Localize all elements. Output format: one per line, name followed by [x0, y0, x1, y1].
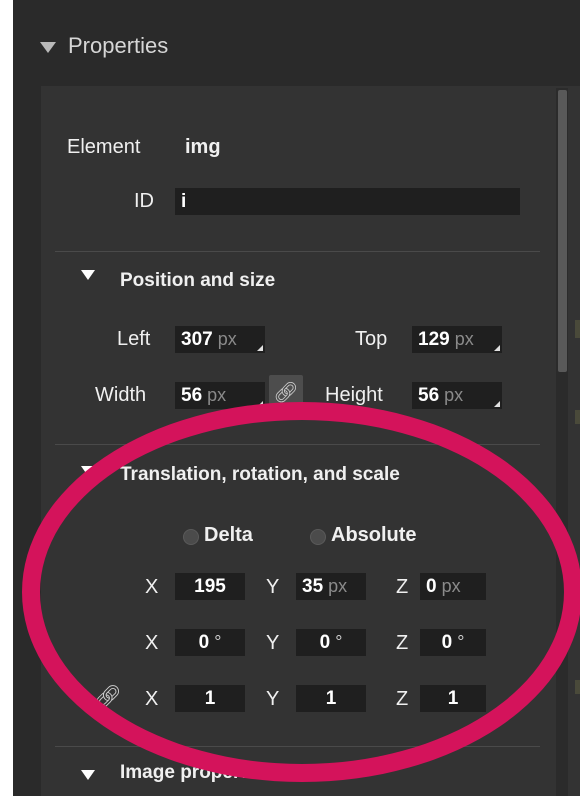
transform-section-header[interactable]: [81, 466, 95, 476]
rotate-x-label: X: [145, 632, 159, 654]
collapse-triangle-icon[interactable]: [40, 41, 56, 53]
element-label: Element: [67, 136, 141, 158]
height-input[interactable]: 56 px: [412, 382, 502, 409]
height-unit: px: [444, 385, 464, 405]
top-input[interactable]: 129 px: [412, 326, 502, 353]
translate-z-value: 0: [426, 575, 437, 597]
translate-x-value: 195: [194, 575, 226, 597]
translate-z-unit: px: [441, 576, 461, 596]
translate-y-input[interactable]: 35 px: [296, 573, 366, 600]
translate-x-label: X: [145, 576, 159, 598]
rotate-z-unit: °: [457, 632, 465, 652]
left-label: Left: [117, 328, 151, 350]
top-label: Top: [355, 328, 388, 350]
left-unit: px: [217, 329, 237, 349]
translate-y-unit: px: [328, 576, 348, 596]
rotate-x-unit: °: [214, 632, 222, 652]
resize-corner-icon: [494, 345, 500, 351]
scale-y-input[interactable]: 1: [296, 685, 366, 712]
id-label: ID: [134, 190, 154, 212]
left-value: 307: [181, 328, 213, 350]
element-value: img: [185, 136, 221, 158]
scale-z-input[interactable]: 1: [420, 685, 486, 712]
scale-x-value: 1: [204, 687, 216, 709]
rotate-x-input[interactable]: 0 °: [175, 629, 245, 656]
background-fragment: [575, 320, 580, 338]
transform-section-title: Translation, rotation, and scale: [120, 464, 400, 485]
position-section-title: Position and size: [120, 270, 276, 291]
translate-z-label: Z: [396, 576, 409, 598]
rotate-x-value: 0: [198, 631, 210, 653]
delta-label: Delta: [204, 524, 253, 546]
link-dimensions-button[interactable]: 🔗︎: [269, 375, 303, 409]
id-input[interactable]: i: [175, 188, 520, 215]
collapse-triangle-icon[interactable]: [81, 770, 95, 780]
background-fragment: [575, 680, 580, 694]
panel-title: Properties: [68, 33, 169, 58]
scale-x-label: X: [145, 688, 159, 710]
id-input-value: i: [181, 190, 187, 212]
rotate-y-value: 0: [319, 631, 331, 653]
rotate-z-value: 0: [441, 631, 453, 653]
translate-x-input[interactable]: 195: [175, 573, 245, 600]
rotate-y-unit: °: [335, 632, 343, 652]
scale-z-label: Z: [396, 688, 409, 710]
top-value: 129: [418, 328, 450, 350]
background-fragment: [575, 410, 580, 424]
resize-corner-icon: [494, 401, 500, 407]
delta-radio[interactable]: [183, 529, 199, 545]
collapse-triangle-icon[interactable]: [81, 270, 95, 280]
height-value: 56: [418, 384, 440, 406]
width-label: Width: [95, 384, 147, 406]
properties-header[interactable]: Properties: [40, 30, 168, 62]
scale-y-label: Y: [266, 688, 280, 710]
divider: [55, 251, 540, 252]
top-unit: px: [454, 329, 474, 349]
width-value: 56: [181, 384, 203, 406]
scale-x-input[interactable]: 1: [175, 685, 245, 712]
scrollbar-thumb[interactable]: [558, 90, 567, 372]
translate-y-value: 35: [302, 575, 324, 597]
width-unit: px: [207, 385, 227, 405]
collapse-triangle-icon[interactable]: [81, 466, 95, 476]
image-section-title: Image properties: [120, 762, 274, 783]
rotate-z-label: Z: [396, 632, 409, 654]
left-input[interactable]: 307 px: [175, 326, 265, 353]
translate-y-label: Y: [266, 576, 280, 598]
rotate-z-input[interactable]: 0 °: [420, 629, 486, 656]
position-section-header[interactable]: [81, 270, 95, 280]
absolute-radio[interactable]: [310, 529, 326, 545]
height-label: Height: [325, 384, 383, 406]
translate-z-input[interactable]: 0 px: [420, 573, 486, 600]
resize-corner-icon: [257, 345, 263, 351]
link-scale-icon[interactable]: 🔗︎: [94, 684, 122, 710]
width-input[interactable]: 56 px: [175, 382, 265, 409]
scale-z-value: 1: [447, 687, 459, 709]
rotate-y-input[interactable]: 0 °: [296, 629, 366, 656]
resize-corner-icon: [257, 401, 263, 407]
absolute-label: Absolute: [331, 524, 417, 546]
scale-y-value: 1: [325, 687, 337, 709]
divider: [55, 444, 540, 445]
image-section-header[interactable]: [81, 770, 95, 780]
rotate-y-label: Y: [266, 632, 280, 654]
link-icon: 🔗︎: [273, 381, 299, 404]
divider: [55, 746, 540, 747]
